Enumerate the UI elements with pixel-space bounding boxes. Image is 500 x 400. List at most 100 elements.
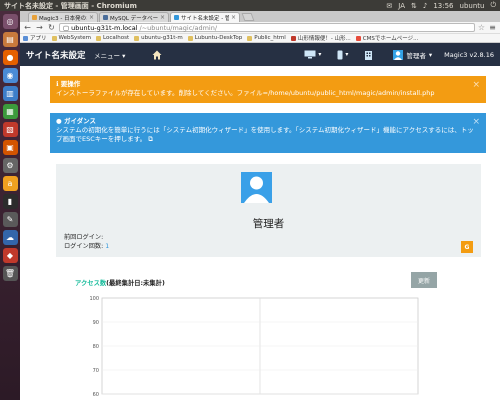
settings-icon[interactable]: ⚙	[2, 158, 18, 173]
tab-label: サイト名未設定 - 管理画面	[181, 15, 229, 22]
close-tab-icon[interactable]: ×	[89, 14, 94, 21]
favicon-icon	[103, 15, 108, 20]
tab-magic3[interactable]: Magic3 - 日本発のオーギ ×	[28, 12, 98, 22]
site-icon	[355, 35, 361, 41]
keyboard-indicator[interactable]: JA	[398, 2, 405, 10]
firefox-icon[interactable]: ●	[2, 50, 18, 65]
access-title-main: アクセス数	[75, 280, 107, 287]
bookmark-item[interactable]: Public_html	[247, 35, 286, 41]
bookmark-label: CMSでホームページ...	[362, 36, 419, 42]
bookmarks-bar: アプリ WebSystem Localhost ubuntu-g31t-m Lu…	[20, 34, 500, 43]
menu-icon[interactable]: ≡	[488, 23, 497, 32]
favicon-icon	[32, 15, 37, 20]
terminal-icon[interactable]: ▮	[2, 194, 18, 209]
pc-view-icon[interactable]: ▾	[304, 50, 321, 59]
guidance-alert: ● ガイダンス システムの初期化を簡単に行うには「システム初期化ウィザード」を使…	[50, 113, 486, 153]
tab-strip: Magic3 - 日本発のオーギ × MySQL データベース サー × サイト…	[20, 11, 500, 22]
files-icon[interactable]: ▤	[2, 32, 18, 47]
update-button[interactable]: 更新	[411, 272, 437, 288]
amazon-icon[interactable]: a	[2, 176, 18, 191]
volume-icon[interactable]: ♪	[423, 2, 427, 10]
favicon-icon	[174, 15, 179, 20]
url-host: ubuntu-g31t-m.local	[71, 23, 138, 32]
bookmark-item[interactable]: Localhost	[96, 35, 129, 41]
close-icon[interactable]: ×	[472, 79, 480, 91]
bookmark-star-icon[interactable]: ☆	[478, 23, 485, 32]
libreoffice-writer-icon[interactable]: ▥	[2, 86, 18, 101]
last-login-label: 前回ログイン:	[64, 234, 104, 241]
site-icon	[290, 35, 296, 41]
close-tab-icon[interactable]: ×	[160, 14, 165, 21]
smartphone-view-icon[interactable]: ▾	[337, 50, 348, 60]
bookmark-item[interactable]: CMSでホームページ...	[355, 34, 419, 42]
bookmark-item[interactable]: 山形情報便！- 山形...	[290, 34, 351, 42]
bookmark-label: Public_html	[254, 35, 286, 41]
tab-label: Magic3 - 日本発のオーギ	[39, 15, 87, 22]
browser-window: Magic3 - 日本発のオーギ × MySQL データベース サー × サイト…	[20, 11, 500, 400]
software-center-icon[interactable]: ▣	[2, 140, 18, 155]
ubuntu-one-icon[interactable]: ☁	[2, 230, 18, 245]
bookmark-label: ubuntu-g31t-m	[141, 35, 183, 41]
user-avatar-icon	[393, 49, 404, 60]
libreoffice-impress-icon[interactable]: ▧	[2, 122, 18, 137]
home-icon[interactable]	[152, 50, 162, 60]
tab-mysql[interactable]: MySQL データベース サー ×	[99, 12, 169, 22]
admin-avatar-icon	[241, 172, 272, 203]
info-icon: ●	[56, 117, 62, 125]
close-tab-icon[interactable]: ×	[231, 14, 236, 21]
warning-text: インストーラファイルが存在しています。削除してください。ファイル=/home/u…	[56, 88, 435, 97]
warning-heading: 要操作	[60, 80, 81, 88]
guidance-text: システムの初期化を簡単に行うには「システム初期化ウィザード」を使用します。「シス…	[56, 125, 474, 143]
address-bar[interactable]: ▢ ubuntu-g31t-m.local/~ubuntu/magic/admi…	[59, 23, 475, 32]
tab-admin[interactable]: サイト名未設定 - 管理画面 ×	[170, 12, 240, 22]
chromium-icon[interactable]: ◉	[2, 68, 18, 83]
version-label: Magic3 v2.8.16	[444, 50, 494, 59]
bookmark-label: アプリ	[30, 36, 47, 42]
page-icon: ▢	[63, 23, 70, 32]
mail-icon[interactable]: ✉	[386, 2, 392, 10]
reload-icon[interactable]: ↻	[47, 23, 56, 32]
close-icon[interactable]: ×	[472, 116, 480, 128]
apps-icon	[23, 35, 28, 41]
browser-toolbar: ← → ↻ ▢ ubuntu-g31t-m.local/~ubuntu/magi…	[20, 22, 500, 34]
app-icon[interactable]: ◆	[2, 248, 18, 263]
admin-user-menu[interactable]: 管理者 ▾	[393, 49, 432, 60]
access-count-title: アクセス数(最終集計日:未集計)	[75, 278, 165, 287]
external-link-icon[interactable]: ⧉	[148, 135, 153, 143]
forward-icon[interactable]: →	[35, 23, 44, 32]
clock[interactable]: 13:56	[433, 2, 453, 10]
menu-dropdown[interactable]: メニュー ▾	[94, 50, 144, 60]
bookmark-item[interactable]: ubuntu-g31t-m	[134, 35, 183, 41]
y-tick-label: 80	[93, 344, 99, 350]
tab-label: MySQL データベース サー	[110, 15, 158, 22]
bookmark-apps[interactable]: アプリ	[23, 34, 47, 42]
access-chart: 100 90 80 70 60	[89, 296, 419, 398]
login-info: 前回ログイン: ログイン回数: 1	[64, 234, 109, 252]
warning-alert: ℹ 要操作 インストーラファイルが存在しています。削除してください。ファイル=/…	[50, 76, 486, 103]
system-tray: ✉ JA ⇅ ♪ 13:56 ubuntu ⏻	[386, 1, 496, 10]
bookmark-label: 山形情報便！- 山形...	[297, 36, 351, 42]
y-tick-label: 90	[93, 320, 99, 326]
login-count-label: ログイン回数:	[64, 242, 104, 250]
site-title[interactable]: サイト名未設定	[26, 49, 94, 61]
editor-icon[interactable]: ✎	[2, 212, 18, 227]
g-button[interactable]: G	[461, 241, 473, 253]
new-tab-button[interactable]	[241, 13, 255, 21]
warning-icon: ℹ	[56, 80, 59, 88]
power-icon[interactable]: ⏻	[490, 1, 496, 10]
dash-icon[interactable]: ◎	[2, 14, 18, 29]
login-count-value: 1	[105, 242, 110, 250]
libreoffice-calc-icon[interactable]: ▦	[2, 104, 18, 119]
user-name[interactable]: ubuntu	[460, 2, 485, 10]
y-tick-label: 60	[93, 392, 99, 398]
trash-icon[interactable]: 🗑	[2, 266, 18, 281]
back-icon[interactable]: ←	[23, 23, 32, 32]
profile-panel: 管理者 前回ログイン: ログイン回数: 1 G	[56, 164, 481, 257]
building-icon[interactable]	[364, 50, 373, 60]
bookmark-item[interactable]: Lubuntu-DeskTop	[187, 35, 242, 41]
menu-label: メニュー	[94, 51, 120, 60]
network-icon[interactable]: ⇅	[411, 2, 417, 10]
bookmark-item[interactable]: WebSystem	[51, 35, 91, 41]
folder-icon	[96, 35, 102, 41]
y-tick-label: 70	[93, 368, 99, 374]
